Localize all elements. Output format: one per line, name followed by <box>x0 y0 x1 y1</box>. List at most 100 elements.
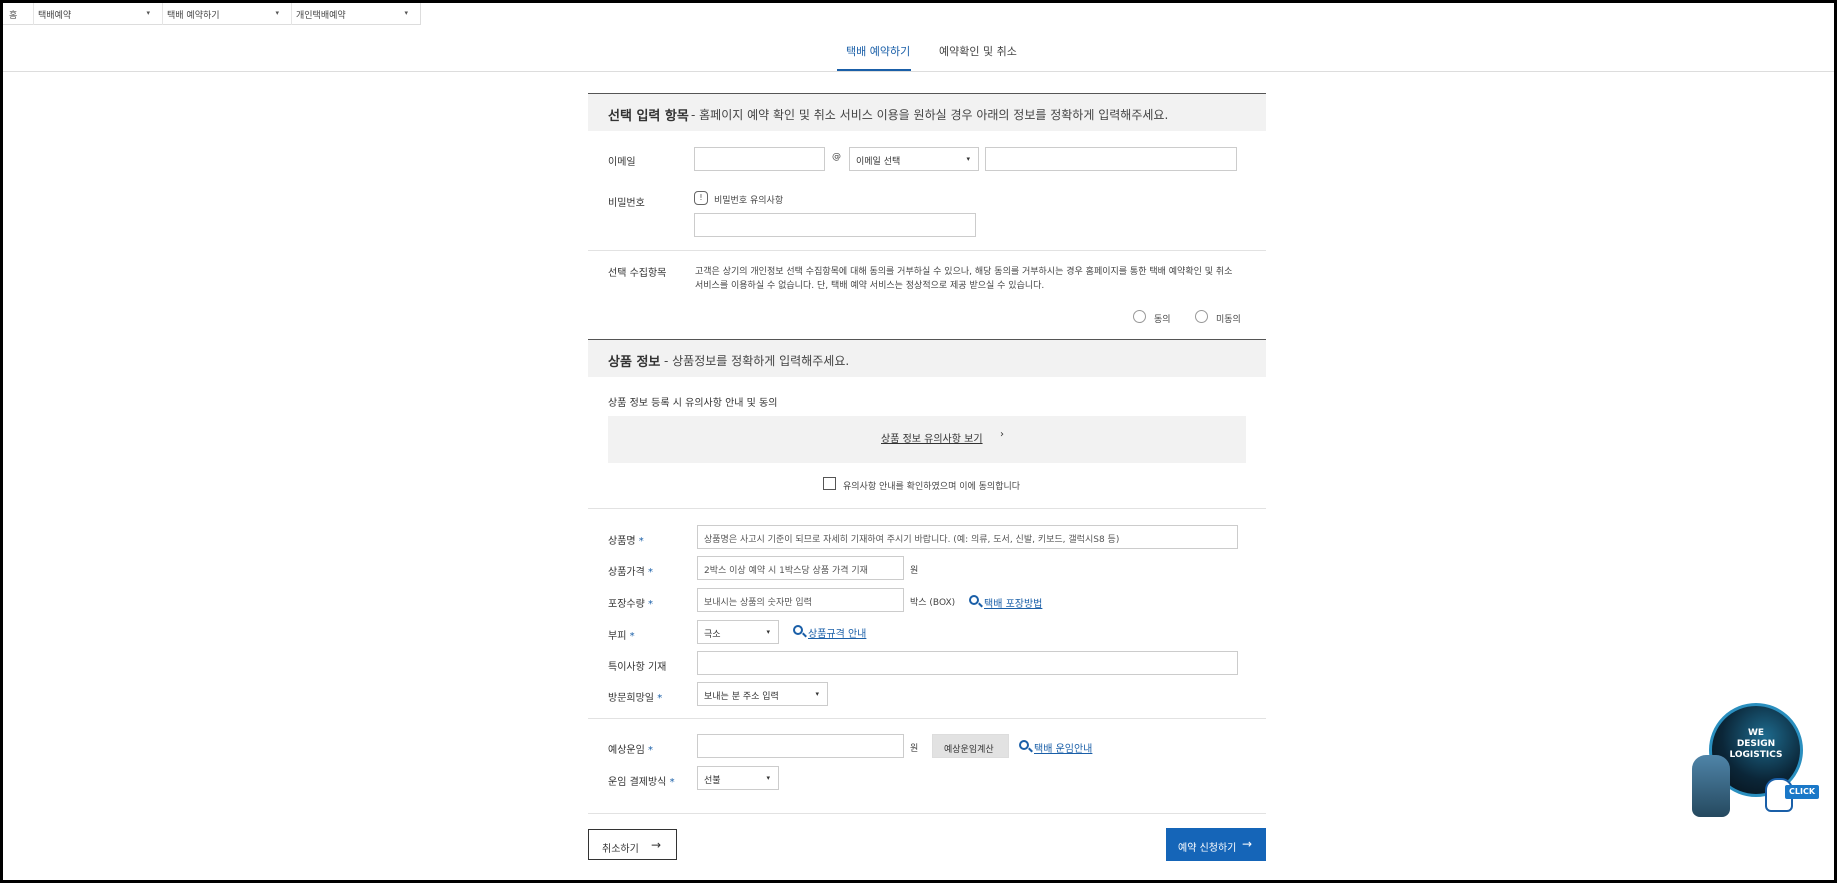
chevron-down-icon: ▾ <box>766 628 770 636</box>
tab-bar: 택배 예약하기 예약확인 및 취소 <box>3 27 1834 72</box>
visit-date-label: 방문희망일 * <box>608 689 662 704</box>
magnifier-icon <box>793 625 803 635</box>
select-value: 이메일 선택 <box>856 157 901 167</box>
package-qty-label: 포장수량 * <box>608 595 653 610</box>
packing-method-link[interactable]: 택배 포장방법 <box>984 595 1042 610</box>
home-link[interactable]: 홈 <box>3 3 33 25</box>
required-mark: * <box>629 631 635 642</box>
email-domain-select[interactable]: 이메일 선택 ▾ <box>849 147 979 171</box>
chevron-down-icon: ▾ <box>146 9 150 17</box>
select-value: 보내는 분 주소 입력 <box>704 692 779 702</box>
label-text: 상품명 <box>608 536 636 547</box>
section-subtitle: - 홈페이지 예약 확인 및 취소 서비스 이용을 원하실 경우 아래의 정보를… <box>691 108 1169 122</box>
divider <box>588 718 1266 719</box>
floating-promo-banner[interactable]: WE DESIGN LOGISTICS CLICK <box>1689 703 1824 823</box>
label-text: 운임 결제방식 <box>608 777 667 788</box>
chevron-down-icon: ▾ <box>766 774 770 782</box>
product-spec-link[interactable]: 상품규격 안내 <box>808 625 866 640</box>
magnifier-icon <box>969 595 979 605</box>
fee-unit: 원 <box>910 744 919 754</box>
calculate-fee-button[interactable]: 예상운임계산 <box>932 734 1009 758</box>
label-text: 예상운임 <box>608 745 645 756</box>
payment-method-label: 운임 결제방식 * <box>608 773 675 788</box>
divider <box>588 813 1266 814</box>
optional-section-header: 선택 입력 항목 - 홈페이지 예약 확인 및 취소 서비스 이용을 원하실 경… <box>588 93 1266 131</box>
agree-radio[interactable] <box>1133 310 1146 323</box>
email-domain-input[interactable] <box>985 147 1237 171</box>
consent-label: 선택 수집항목 <box>608 268 667 279</box>
estimated-fee-input[interactable] <box>697 734 904 758</box>
info-icon: ! <box>694 191 708 205</box>
consent-text-line1: 고객은 상기의 개인정보 선택 수집항목에 대해 동의를 거부하실 수 있으나,… <box>695 267 1233 277</box>
price-unit: 원 <box>910 566 919 576</box>
nav-select-service[interactable]: 택배예약 ▾ <box>33 3 162 25</box>
banner-line: DESIGN <box>1736 739 1776 749</box>
required-mark: * <box>648 745 653 756</box>
top-breadcrumb-nav: 홈 택배예약 ▾ 택배 예약하기 ▾ 개인택배예약 ▾ <box>3 3 421 25</box>
email-id-input[interactable] <box>694 147 825 171</box>
tab-confirm-cancel[interactable]: 예약확인 및 취소 <box>939 43 1017 59</box>
payment-method-select[interactable]: 선불 ▾ <box>697 766 779 790</box>
chevron-down-icon: ▾ <box>966 155 970 163</box>
chevron-down-icon: ▾ <box>815 690 819 698</box>
select-value: 극소 <box>704 630 721 640</box>
volume-select[interactable]: 극소 ▾ <box>697 620 779 644</box>
divider <box>588 250 1266 251</box>
select-value: 선불 <box>704 776 721 786</box>
nav-select-label: 택배예약 <box>38 11 72 21</box>
nav-select-label: 개인택배예약 <box>296 11 346 21</box>
nav-select-label: 택배 예약하기 <box>167 11 220 21</box>
divider <box>588 508 1266 509</box>
astronaut-illustration <box>1692 755 1730 817</box>
disagree-radio[interactable] <box>1195 310 1208 323</box>
qty-unit: 박스 (BOX) <box>910 598 956 608</box>
label-text: 방문희망일 <box>608 693 654 704</box>
page-frame: 홈 택배예약 ▾ 택배 예약하기 ▾ 개인택배예약 ▾ 택배 예약하기 예약확인… <box>3 3 1834 880</box>
active-tab-indicator <box>837 69 911 71</box>
required-mark: * <box>657 693 663 704</box>
notice-box: 상품 정보 유의사항 보기 › <box>608 416 1246 463</box>
special-notes-label: 특이사항 기재 <box>608 662 667 673</box>
chevron-down-icon: ▾ <box>404 9 408 17</box>
section-title: 상품 정보 <box>608 355 661 370</box>
special-notes-input[interactable] <box>697 651 1238 675</box>
notice-agree-checkbox[interactable] <box>823 477 836 490</box>
notice-agree-label: 유의사항 안내를 확인하였으며 이에 동의합니다 <box>843 482 1021 492</box>
arrow-right-icon: → <box>651 838 662 852</box>
notice-heading: 상품 정보 등록 시 유의사항 안내 및 동의 <box>608 398 778 409</box>
product-price-input[interactable]: 2박스 이상 예약 시 1박스당 상품 가격 기재 <box>697 556 904 580</box>
email-label: 이메일 <box>608 157 636 168</box>
notice-view-link[interactable]: 상품 정보 유의사항 보기 <box>881 430 983 445</box>
nav-select-personal[interactable]: 개인택배예약 ▾ <box>291 3 420 25</box>
submit-reservation-button[interactable]: 예약 신청하기 → <box>1166 828 1266 861</box>
section-subtitle: - 상품정보를 정확하게 입력해주세요. <box>664 354 850 368</box>
product-name-input[interactable]: 상품명은 사고시 기준이 되므로 자세히 기재하여 주시기 바랍니다. (예: … <box>697 525 1238 549</box>
button-label: 예약 신청하기 <box>1178 843 1237 854</box>
package-qty-input[interactable]: 보내시는 상품의 숫자만 입력 <box>697 588 904 612</box>
agree-label: 동의 <box>1154 315 1171 325</box>
product-price-label: 상품가격 * <box>608 563 653 578</box>
cancel-button[interactable]: 취소하기 → <box>588 829 677 860</box>
chevron-right-icon: › <box>1000 429 1004 440</box>
consent-text-line2: 서비스를 이용하실 수 없습니다. 단, 택배 예약 서비스는 정상적으로 제공… <box>695 281 1045 291</box>
click-badge: CLICK <box>1785 785 1819 799</box>
tab-reserve[interactable]: 택배 예약하기 <box>846 43 910 59</box>
visit-date-select[interactable]: 보내는 분 주소 입력 ▾ <box>697 682 828 706</box>
label-text: 포장수량 <box>608 599 645 610</box>
disagree-label: 미동의 <box>1216 315 1241 325</box>
fee-guide-link[interactable]: 택배 운임안내 <box>1034 740 1092 755</box>
password-notice-link[interactable]: 비밀번호 유의사항 <box>714 193 783 206</box>
required-mark: * <box>669 777 675 788</box>
banner-line: WE <box>1747 728 1765 738</box>
volume-label: 부피 * <box>608 627 635 642</box>
label-text: 상품가격 <box>608 567 645 578</box>
magnifier-icon <box>1019 740 1029 750</box>
product-section-header: 상품 정보 - 상품정보를 정확하게 입력해주세요. <box>588 339 1266 377</box>
button-label: 취소하기 <box>602 844 639 855</box>
arrow-right-icon: → <box>1242 837 1253 851</box>
password-label: 비밀번호 <box>608 198 645 209</box>
product-name-label: 상품명 * <box>608 532 644 547</box>
nav-select-reservation[interactable]: 택배 예약하기 ▾ <box>162 3 291 25</box>
email-at-sign: @ <box>832 152 841 162</box>
password-input[interactable] <box>694 213 976 237</box>
